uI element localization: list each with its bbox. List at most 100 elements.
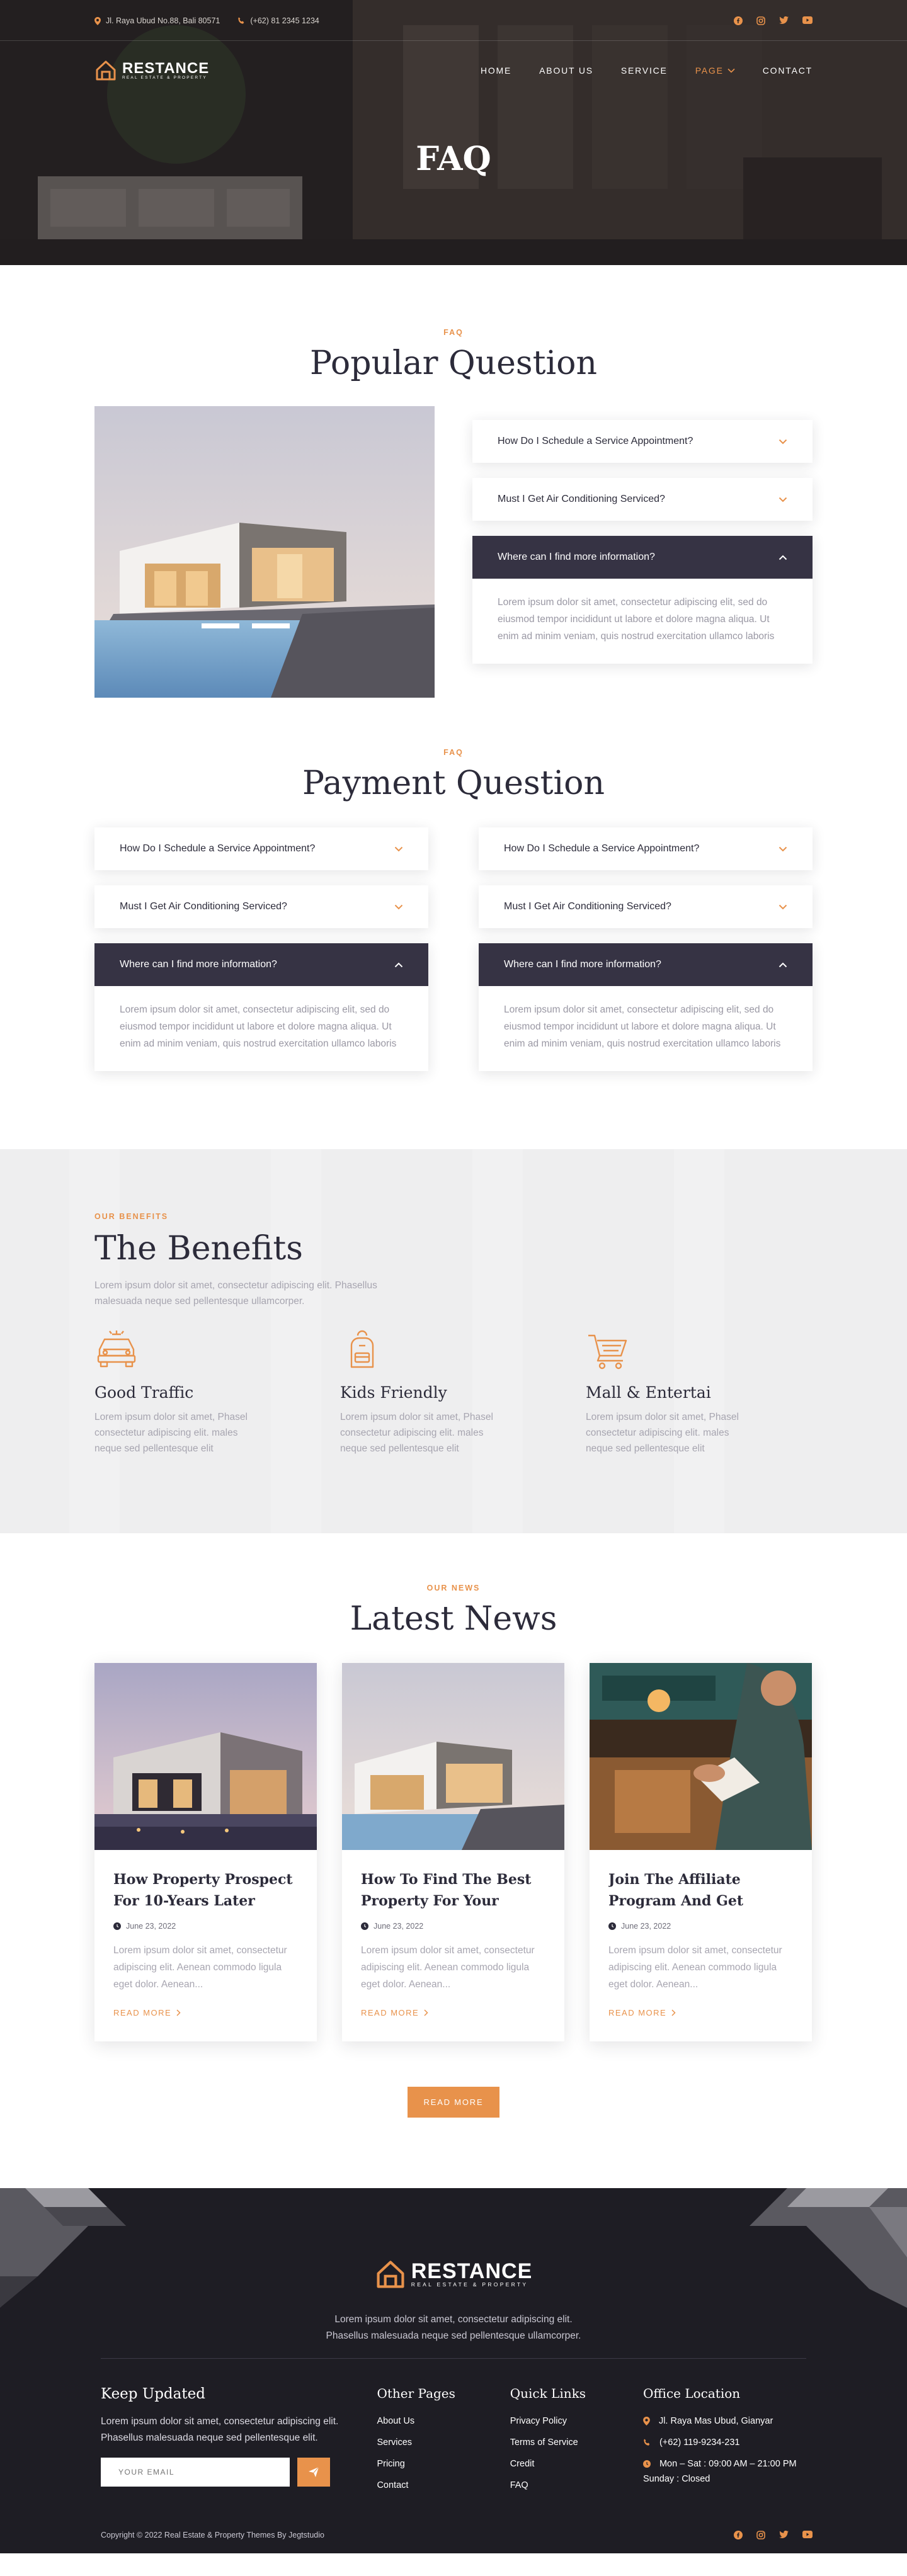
benefit-card: Kids Friendly Lorem ipsum dolor sit amet… — [340, 1328, 567, 1456]
clock-icon — [361, 1922, 368, 1930]
news-title[interactable]: How Property Prospect For 10-Years Later — [113, 1869, 298, 1912]
accordion-header[interactable]: Must I Get Air Conditioning Serviced? — [94, 885, 428, 928]
map-pin-icon — [94, 16, 101, 25]
accordion-header[interactable]: How Do I Schedule a Service Appointment? — [94, 827, 428, 870]
instagram-icon[interactable] — [756, 2531, 765, 2539]
news-title[interactable]: How To Find The Best Property For Your — [361, 1869, 545, 1912]
chevron-right-icon — [424, 2009, 428, 2016]
newsletter-text: Lorem ipsum dolor sit amet, consectetur … — [101, 2416, 339, 2443]
brand-tagline: REAL ESTATE & PROPERTY — [411, 2281, 528, 2288]
read-more-link[interactable]: READ MORE — [361, 2008, 545, 2017]
nav-item-page[interactable]: PAGE — [695, 65, 735, 76]
news-image[interactable] — [342, 1663, 564, 1850]
nav-item-contact[interactable]: CONTACT — [763, 65, 813, 76]
footer-link[interactable]: Pricing — [377, 2459, 510, 2469]
main-nav: RESTANCE REAL ESTATE & PROPERTY HOME ABO… — [94, 54, 813, 87]
nav-item-service[interactable]: SERVICE — [621, 65, 668, 76]
car-icon — [97, 1331, 136, 1368]
office-phone: (+62) 119-9234-231 — [643, 2437, 813, 2448]
accordion-header[interactable]: Where can I find more information? — [94, 943, 428, 986]
backpack-icon — [350, 1330, 374, 1368]
payment-accordion-right: How Do I Schedule a Service Appointment?… — [479, 827, 813, 1086]
footer-link[interactable]: Contact — [377, 2480, 510, 2490]
section-kicker: FAQ — [443, 748, 464, 757]
footer-link[interactable]: Credit — [510, 2459, 643, 2469]
send-button[interactable] — [297, 2458, 330, 2487]
nav-item-about-us[interactable]: ABOUT US — [539, 65, 593, 76]
accordion-item[interactable]: How Do I Schedule a Service Appointment? — [94, 827, 428, 870]
section-kicker: OUR NEWS — [426, 1584, 481, 1592]
twitter-icon[interactable] — [779, 2531, 789, 2539]
answer-text: Lorem ipsum dolor sit amet, consectetur … — [498, 597, 775, 642]
accordion-header[interactable]: Must I Get Air Conditioning Serviced? — [472, 478, 813, 521]
office-title: Office Location — [642, 2386, 741, 2401]
twitter-icon[interactable] — [779, 16, 789, 25]
footer-link[interactable]: Services — [377, 2437, 510, 2448]
section-title: Latest News — [350, 1600, 557, 1638]
accordion-header[interactable]: Where can I find more information? — [472, 536, 813, 579]
news-date: June 23, 2022 — [608, 1922, 793, 1931]
accordion-item[interactable]: Must I Get Air Conditioning Serviced? — [479, 885, 813, 928]
news-date-text: June 23, 2022 — [374, 1922, 424, 1931]
house-image — [94, 406, 435, 698]
office-phone-text: (+62) 119-9234-231 — [659, 2437, 740, 2448]
chevron-down-icon — [394, 846, 403, 851]
news-date-text: June 23, 2022 — [126, 1922, 176, 1931]
instagram-icon[interactable] — [756, 16, 765, 25]
chevron-down-icon — [394, 904, 403, 909]
brand-name: RESTANCE — [122, 59, 210, 77]
footer-bottom: Copyright © 2022 Real Estate & Property … — [101, 2531, 813, 2539]
accordion-item-open[interactable]: Where can I find more information? Lorem… — [94, 943, 428, 1071]
news-image[interactable] — [590, 1663, 812, 1850]
news-card[interactable]: Join The Affiliate Program And Get Benef… — [590, 1663, 812, 2041]
accordion-item-open[interactable]: Where can I find more information? Lorem… — [472, 536, 813, 664]
footer-tagline-text: Lorem ipsum dolor sit amet, consectetur … — [326, 2314, 581, 2341]
news-title[interactable]: Join The Affiliate Program And Get Benef… — [608, 1869, 793, 1912]
accordion-item[interactable]: Must I Get Air Conditioning Serviced? — [472, 478, 813, 521]
question-text: Must I Get Air Conditioning Serviced? — [498, 494, 665, 504]
benefit-title: Good Traffic — [94, 1383, 194, 1402]
accordion-item[interactable]: How Do I Schedule a Service Appointment? — [472, 420, 813, 463]
accordion-header[interactable]: Where can I find more information? — [479, 943, 813, 986]
question-text: How Do I Schedule a Service Appointment? — [498, 436, 693, 446]
chevron-right-icon — [176, 2009, 181, 2016]
footer-logo[interactable]: RESTANCE REAL ESTATE & PROPERTY — [0, 2259, 907, 2290]
benefit-text: Lorem ipsum dolor sit amet, Phasel conse… — [94, 1412, 248, 1454]
footer-link[interactable]: FAQ — [510, 2480, 643, 2490]
page-title: FAQ — [416, 140, 491, 178]
read-more-link[interactable]: READ MORE — [113, 2008, 298, 2017]
accordion-header[interactable]: Must I Get Air Conditioning Serviced? — [479, 885, 813, 928]
office-address-text: Jl. Raya Mas Ubud, Gianyar — [658, 2416, 773, 2426]
footer-link[interactable]: Privacy Policy — [510, 2416, 643, 2426]
footer-link[interactable]: About Us — [377, 2416, 510, 2426]
accordion-item[interactable]: How Do I Schedule a Service Appointment? — [479, 827, 813, 870]
section-title: The Benefits — [94, 1230, 303, 1268]
news-card[interactable]: How To Find The Best Property For Your J… — [342, 1663, 564, 2041]
clock-icon — [608, 1922, 616, 1930]
chevron-right-icon — [671, 2009, 676, 2016]
youtube-icon[interactable] — [802, 16, 813, 24]
phone-icon — [238, 17, 244, 24]
benefit-card: Mall & Entertai Lorem ipsum dolor sit am… — [586, 1328, 813, 1456]
accordion-item[interactable]: Must I Get Air Conditioning Serviced? — [94, 885, 428, 928]
news-image[interactable] — [94, 1663, 317, 1850]
facebook-icon[interactable] — [734, 16, 743, 25]
facebook-icon[interactable] — [734, 2531, 743, 2539]
accordion-header[interactable]: How Do I Schedule a Service Appointment? — [479, 827, 813, 870]
youtube-icon[interactable] — [802, 2531, 813, 2538]
benefit-text: Lorem ipsum dolor sit amet, Phasel conse… — [340, 1412, 493, 1454]
footer-link[interactable]: Terms of Service — [510, 2437, 643, 2448]
nav-item-home[interactable]: HOME — [481, 65, 511, 76]
read-more-button[interactable]: READ MORE — [407, 2087, 500, 2118]
email-input[interactable] — [101, 2458, 290, 2487]
news-card[interactable]: How Property Prospect For 10-Years Later… — [94, 1663, 317, 2041]
hero-section: Jl. Raya Ubud No.88, Bali 80571 (+62) 81… — [0, 0, 907, 265]
accordion-header[interactable]: How Do I Schedule a Service Appointment? — [472, 420, 813, 463]
accordion-item-open[interactable]: Where can I find more information? Lorem… — [479, 943, 813, 1071]
read-more-label: READ MORE — [608, 2008, 667, 2017]
newsletter-title: Keep Updated — [101, 2386, 205, 2402]
payment-accordion-left: How Do I Schedule a Service Appointment?… — [94, 827, 428, 1086]
brand-logo[interactable]: RESTANCE REAL ESTATE & PROPERTY — [94, 59, 209, 82]
quick-links-block: Quick Links Privacy Policy Terms of Serv… — [510, 2386, 643, 2502]
read-more-link[interactable]: READ MORE — [608, 2008, 793, 2017]
